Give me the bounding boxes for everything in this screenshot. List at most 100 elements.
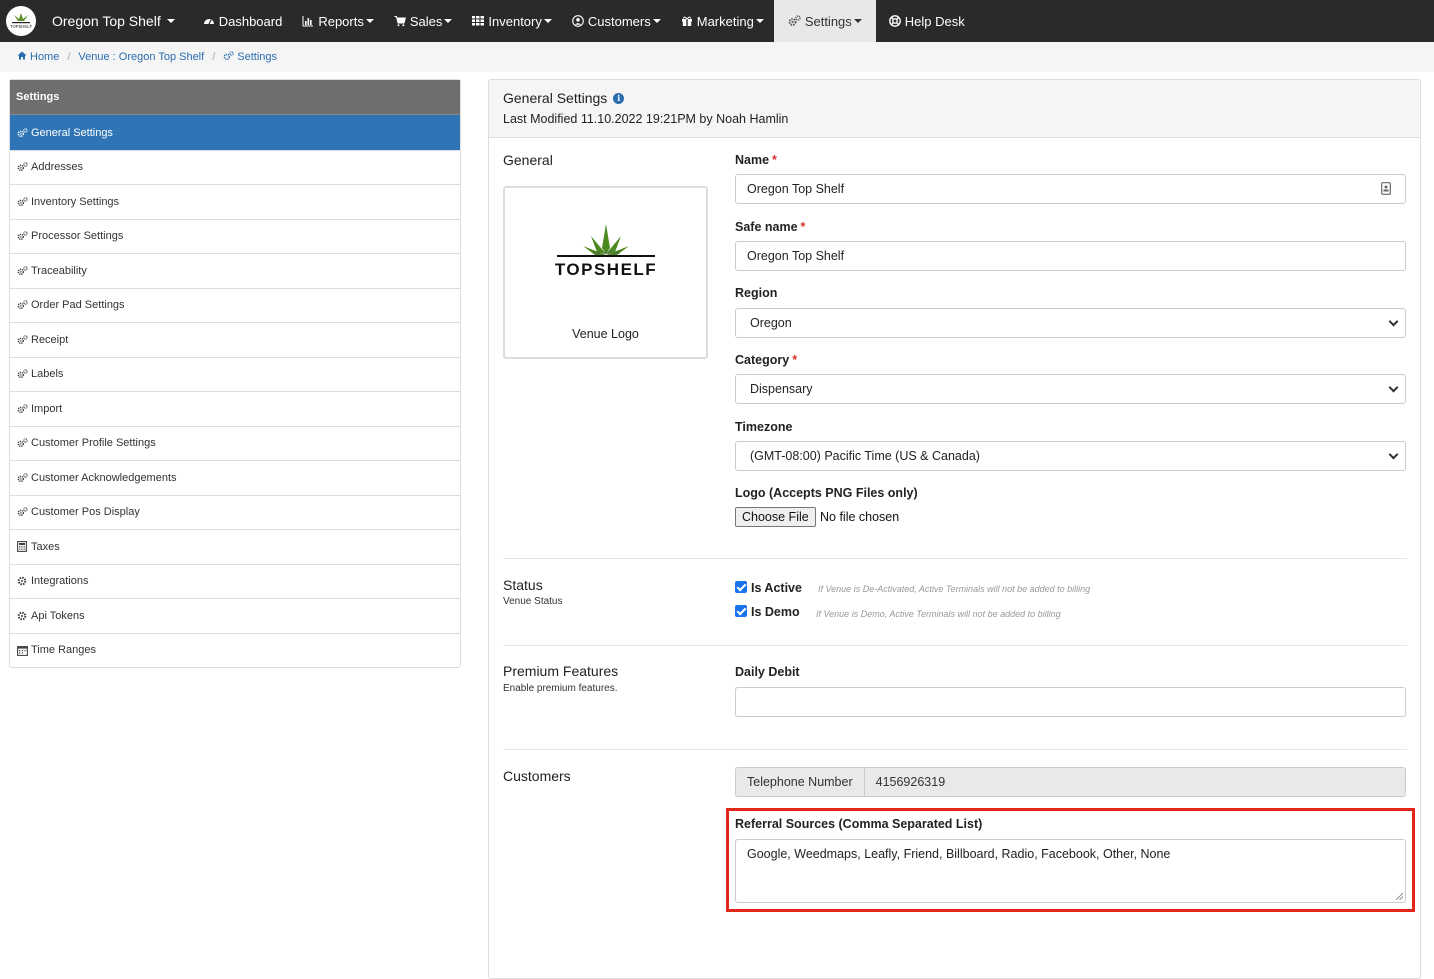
gears-icon bbox=[16, 473, 28, 483]
gears-icon bbox=[16, 507, 28, 517]
breadcrumb-venue[interactable]: Venue : Oregon Top Shelf bbox=[78, 51, 204, 63]
chevron-down-icon bbox=[1388, 382, 1399, 393]
sidebar-item-import[interactable]: Import bbox=[10, 391, 460, 426]
sidebar-item-customer-acknowledgements[interactable]: Customer Acknowledgements bbox=[10, 460, 460, 495]
sidebar-item-addresses[interactable]: Addresses bbox=[10, 149, 460, 185]
sidebar-item-processor-settings[interactable]: Processor Settings bbox=[10, 218, 460, 254]
sidebar-item-labels[interactable]: Labels bbox=[10, 356, 460, 392]
svg-text:TOPSHELF: TOPSHELF bbox=[10, 24, 32, 29]
safe-name-input[interactable]: Oregon Top Shelf bbox=[735, 241, 1406, 271]
nav-settings-label: Settings bbox=[804, 13, 852, 29]
last-modified-text: Last Modified 11.10.2022 19:21PM by Noah… bbox=[503, 112, 789, 126]
nav-marketing-label: Marketing bbox=[696, 13, 754, 29]
nav-dashboard-label: Dashboard bbox=[218, 13, 283, 29]
sidebar-item-integrations[interactable]: Integrations bbox=[10, 563, 460, 599]
info-icon[interactable]: i bbox=[613, 92, 625, 104]
breadcrumb-settings-label: Settings bbox=[237, 51, 277, 63]
gears-icon bbox=[16, 128, 28, 138]
panel-header: General Settings i Last Modified 11.10.2… bbox=[489, 80, 1420, 138]
svg-text:TOPSHELF: TOPSHELF bbox=[555, 260, 657, 279]
sidebar-item-inventory-settings[interactable]: Inventory Settings bbox=[10, 184, 460, 219]
sidebar-item-customer-profile-settings[interactable]: Customer Profile Settings bbox=[10, 425, 460, 461]
user-circle-icon bbox=[572, 15, 584, 27]
nav-settings[interactable]: Settings bbox=[773, 0, 876, 42]
sidebar-item-label: Inventory Settings bbox=[31, 195, 120, 208]
nav-help-desk[interactable]: Help Desk bbox=[876, 0, 975, 42]
sidebar-item-label: Taxes bbox=[31, 540, 60, 553]
calendar-icon bbox=[16, 645, 28, 656]
breadcrumb-separator: / bbox=[212, 51, 216, 63]
sidebar-item-time-ranges[interactable]: Time Ranges bbox=[10, 632, 460, 668]
venue-dropdown[interactable]: Oregon Top Shelf bbox=[52, 13, 175, 29]
choose-file-button[interactable]: Choose File bbox=[735, 507, 816, 527]
gears-icon bbox=[16, 197, 28, 207]
premium-section-title: Premium Features bbox=[503, 663, 619, 679]
chevron-down-icon bbox=[1388, 316, 1399, 327]
divider bbox=[503, 558, 1407, 559]
divider bbox=[503, 749, 1407, 750]
nav-reports[interactable]: Reports bbox=[292, 0, 384, 42]
sidebar-item-general-settings[interactable]: General Settings bbox=[10, 115, 460, 150]
brand-name: Oregon Top Shelf bbox=[52, 13, 161, 29]
safe-name-input-value: Oregon Top Shelf bbox=[747, 249, 845, 263]
sidebar-item-label: Processor Settings bbox=[31, 230, 124, 243]
sidebar-item-label: Traceability bbox=[31, 264, 87, 277]
sidebar-item-taxes[interactable]: Taxes bbox=[10, 529, 460, 564]
nav-inventory-label: Inventory bbox=[488, 13, 542, 29]
sidebar-item-order-pad-settings[interactable]: Order Pad Settings bbox=[10, 287, 460, 323]
timezone-select[interactable]: (GMT-08:00) Pacific Time (US & Canada) bbox=[735, 441, 1406, 471]
sidebar-item-api-tokens[interactable]: Api Tokens bbox=[10, 598, 460, 633]
sidebar-item-customer-pos-display[interactable]: Customer Pos Display bbox=[10, 494, 460, 530]
nav-customers-label: Customers bbox=[587, 13, 651, 29]
breadcrumb-home[interactable]: Home bbox=[17, 51, 59, 63]
gears-icon bbox=[16, 335, 28, 345]
breadcrumb-settings[interactable]: Settings bbox=[223, 50, 277, 64]
is-active-checkbox[interactable] bbox=[735, 581, 747, 593]
name-input[interactable]: Oregon Top Shelf bbox=[735, 174, 1406, 204]
category-label: Category * bbox=[735, 353, 798, 367]
telephone-number-field[interactable]: Telephone Number 4156926319 bbox=[735, 767, 1406, 797]
category-select[interactable]: Dispensary bbox=[735, 374, 1406, 404]
chevron-down-icon bbox=[543, 19, 552, 23]
sidebar-item-label: Import bbox=[31, 402, 63, 415]
chevron-down-icon bbox=[853, 19, 862, 23]
gear-icon bbox=[16, 611, 28, 621]
gears-icon bbox=[16, 300, 28, 310]
category-select-value: Dispensary bbox=[750, 382, 813, 396]
gears-icon bbox=[16, 162, 28, 172]
sidebar-item-receipt[interactable]: Receipt bbox=[10, 322, 460, 357]
sidebar-item-label: General Settings bbox=[31, 126, 113, 139]
is-demo-label: Is Demo bbox=[751, 605, 800, 619]
chevron-down-icon bbox=[755, 19, 764, 23]
is-active-label: Is Active bbox=[751, 581, 802, 595]
nav-dashboard[interactable]: Dashboard bbox=[193, 0, 293, 42]
no-file-chosen-text: No file chosen bbox=[820, 510, 900, 524]
panel-title: General Settings bbox=[503, 90, 608, 106]
name-input-value: Oregon Top Shelf bbox=[747, 182, 845, 196]
premium-section-subtitle: Enable premium features. bbox=[503, 683, 618, 694]
nav-sales[interactable]: Sales bbox=[384, 0, 463, 42]
nav-inventory[interactable]: Inventory bbox=[462, 0, 561, 42]
general-section-title: General bbox=[503, 152, 553, 168]
daily-debit-input[interactable] bbox=[735, 687, 1406, 717]
contact-card-icon[interactable] bbox=[1381, 182, 1391, 198]
customers-section-title: Customers bbox=[503, 768, 571, 784]
chevron-down-icon bbox=[652, 19, 661, 23]
divider bbox=[503, 645, 1407, 646]
nav-customers[interactable]: Customers bbox=[562, 0, 671, 42]
brand-logo[interactable]: TOPSHELF bbox=[6, 6, 36, 36]
brand[interactable]: TOPSHELF Oregon Top Shelf bbox=[0, 0, 193, 42]
lifebuoy-icon bbox=[888, 15, 901, 27]
is-demo-checkbox[interactable] bbox=[735, 605, 747, 617]
region-label: Region bbox=[735, 286, 778, 300]
venue-logo-caption: Venue Logo bbox=[572, 327, 639, 341]
region-select[interactable]: Oregon bbox=[735, 308, 1406, 338]
calculator-icon bbox=[16, 541, 28, 553]
gears-icon bbox=[16, 266, 28, 276]
gears-icon bbox=[16, 438, 28, 448]
sidebar-item-traceability[interactable]: Traceability bbox=[10, 253, 460, 288]
nav-marketing[interactable]: Marketing bbox=[671, 0, 774, 42]
referral-sources-highlight bbox=[726, 808, 1415, 912]
bar-chart-icon bbox=[302, 15, 314, 27]
venue-logo-preview[interactable]: THE OREGON TOPSHELF Venue Logo bbox=[503, 186, 708, 359]
